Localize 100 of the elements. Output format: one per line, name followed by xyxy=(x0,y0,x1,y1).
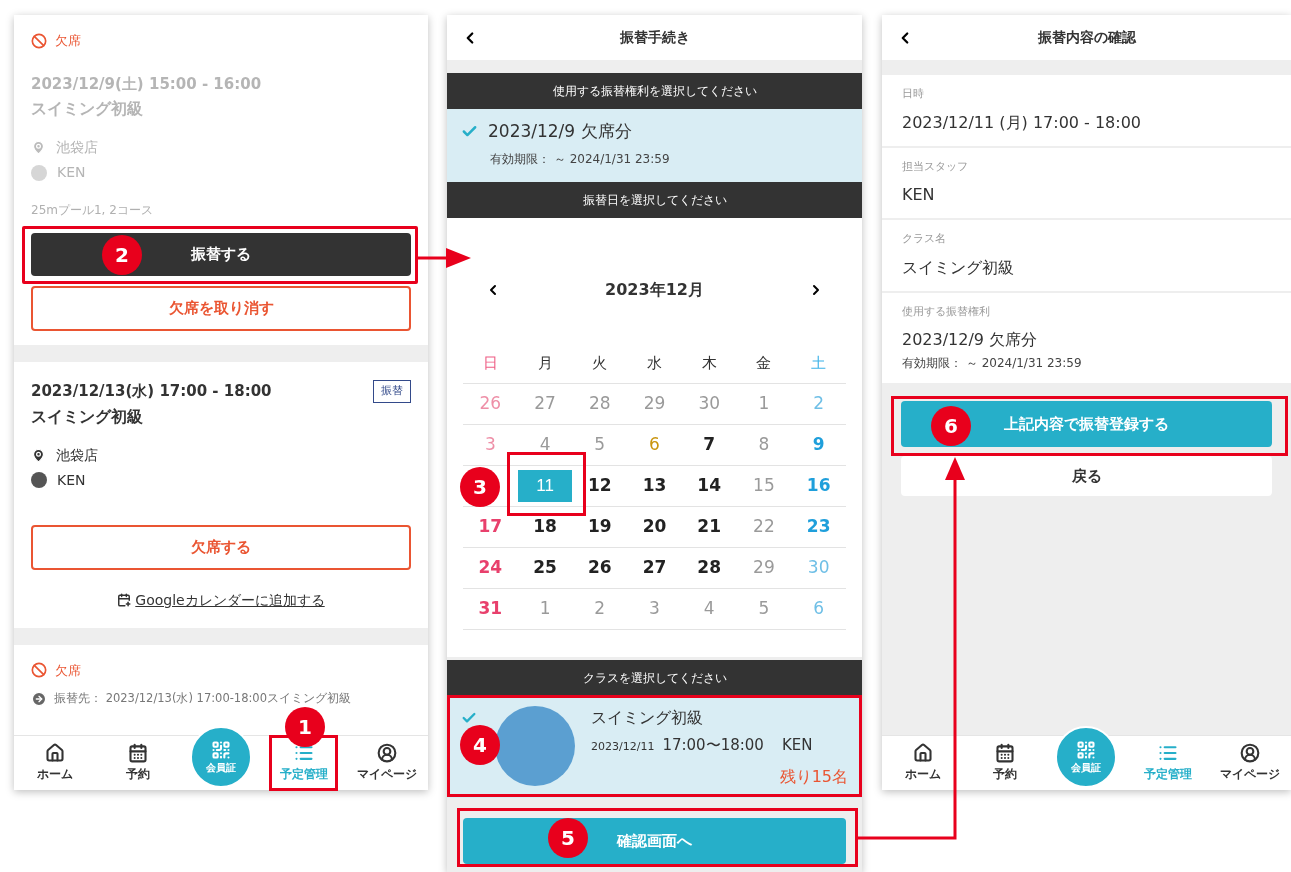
class-staff: KEN xyxy=(781,735,813,756)
calendar-day[interactable]: 24 xyxy=(463,555,518,581)
calendar-day[interactable]: 17 xyxy=(463,514,518,540)
staff-name: KEN xyxy=(57,163,86,182)
calendar-day: 6 xyxy=(791,596,846,622)
class-title: スイミング初級 xyxy=(591,707,704,729)
class-time: 17:00〜18:00 xyxy=(662,735,764,756)
location-text: 池袋店 xyxy=(56,445,98,465)
location-text: 池袋店 xyxy=(56,138,98,157)
weekday-label: 水 xyxy=(646,353,663,375)
calendar-day: 15 xyxy=(736,473,792,499)
calendar-day: 4 xyxy=(681,596,737,622)
remaining-seats: 残り15名 xyxy=(779,764,848,789)
nav-tab[interactable]: マイページ xyxy=(1209,743,1291,783)
arrow xyxy=(418,248,471,268)
calendar-day[interactable]: 25 xyxy=(517,555,573,581)
section-header: 使用する振替権利を選択してください xyxy=(447,73,862,109)
avatar xyxy=(31,472,47,488)
calendar-plus-icon xyxy=(117,593,132,607)
absence-button[interactable]: 欠席を取り消す xyxy=(31,286,411,331)
calendar-day: 1 xyxy=(517,596,573,622)
expiry-text: 有効期限： ～ 2024/1/31 23:59 xyxy=(902,355,1083,372)
field-value: KEN xyxy=(902,184,936,206)
calendar-day: 28 xyxy=(572,391,628,417)
weekday-label: 土 xyxy=(810,353,828,375)
section-header: クラスを選択してください xyxy=(447,660,862,696)
calendar-day[interactable]: 19 xyxy=(572,514,628,540)
user-icon xyxy=(376,743,397,763)
list-icon xyxy=(293,743,314,763)
field-label: クラス名 xyxy=(902,231,947,247)
ban-icon xyxy=(31,32,47,49)
field-label: 担当スタッフ xyxy=(902,158,969,175)
field-value: スイミング初級 xyxy=(902,256,1015,279)
calendar-day: 5 xyxy=(572,432,628,458)
calendar-day[interactable]: 28 xyxy=(681,555,737,581)
right-title: 2023/12/9 欠席分 xyxy=(488,120,632,143)
weekday-label: 火 xyxy=(591,353,609,375)
absence-button[interactable]: 欠席する xyxy=(31,524,411,570)
field-label: 使用する振替権利 xyxy=(902,303,991,320)
transfer-tag: 振替 xyxy=(373,380,411,403)
calendar-day: 3 xyxy=(627,596,682,622)
nav-tab[interactable]: 予約 xyxy=(96,743,180,783)
transfer-destination: 振替先： 2023/12/13(水) 17:00-18:00スイミング初級 xyxy=(54,690,351,707)
calendar-day[interactable]: 21 xyxy=(681,514,737,540)
status-label: 欠席 xyxy=(55,32,81,50)
nav-tab[interactable]: ホーム xyxy=(882,743,964,783)
expiry-text: 有効期限： ～ 2024/1/31 23:59 xyxy=(490,150,671,168)
calendar-icon xyxy=(994,743,1015,763)
calendar-day[interactable]: 18 xyxy=(517,514,573,540)
calendar-day: 30 xyxy=(791,555,846,581)
calendar-month: 2023年12月 xyxy=(605,279,704,301)
class-datetime: 2023/12/13(水) 17:00 - 18:00 xyxy=(31,381,272,402)
home-icon xyxy=(912,743,933,763)
calendar-day: 26 xyxy=(463,391,518,417)
calendar-day: 4 xyxy=(517,432,573,458)
calendar-day: 27 xyxy=(517,391,573,417)
calendar-day[interactable]: 31 xyxy=(463,596,518,622)
calendar-day[interactable]: 27 xyxy=(627,555,682,581)
weekday-label: 日 xyxy=(481,353,499,375)
class-title: スイミング初級 xyxy=(31,98,144,120)
pool-note: 25mプール1, 2コース xyxy=(31,202,154,219)
calendar-day: 8 xyxy=(736,432,792,458)
calendar-day: 2 xyxy=(572,596,628,622)
nav-tab[interactable]: マイページ xyxy=(345,743,428,783)
calendar-day[interactable]: 14 xyxy=(681,473,737,499)
weekday-label: 月 xyxy=(536,353,554,375)
calendar-day: 2 xyxy=(791,391,846,417)
weekday-label: 金 xyxy=(755,353,773,375)
calendar-day[interactable]: 20 xyxy=(627,514,682,540)
back-button[interactable]: 戻る xyxy=(901,456,1272,496)
calendar-day[interactable]: 13 xyxy=(627,473,682,499)
field-value: 2023/12/9 欠席分 xyxy=(902,329,1039,351)
qr-code-icon xyxy=(1076,739,1097,760)
qr-code-icon xyxy=(211,739,231,760)
arrow-circle-icon xyxy=(31,690,47,707)
calendar-day: 29 xyxy=(736,555,792,581)
ban-icon xyxy=(31,662,47,679)
nav-tab[interactable]: ホーム xyxy=(14,743,97,783)
avatar xyxy=(31,164,47,181)
user-icon xyxy=(1240,743,1261,763)
section-header: 振替日を選択してください xyxy=(447,182,862,218)
calendar-day[interactable]: 7 xyxy=(681,432,737,458)
calendar-day: 3 xyxy=(463,432,518,458)
class-title: スイミング初級 xyxy=(31,405,144,428)
class-datetime: 2023/12/9(土) 15:00 - 16:00 xyxy=(31,73,262,95)
class-date: 2023/12/11 xyxy=(591,739,655,755)
calendar-day: 30 xyxy=(681,391,737,417)
calendar-day[interactable]: 26 xyxy=(572,555,628,581)
calendar-day: 1 xyxy=(736,391,792,417)
staff-name: KEN xyxy=(57,470,86,490)
nav-tab[interactable]: 予約 xyxy=(963,743,1046,783)
status-label: 欠席 xyxy=(55,661,81,680)
transfer-right-option[interactable]: 2023/12/9 欠席分 有効期限： ～ 2024/1/31 23:59 xyxy=(447,109,862,182)
google-calendar-link[interactable]: Googleカレンダーに追加する xyxy=(135,589,325,611)
calendar-day: 5 xyxy=(736,596,792,622)
calendar-day: 29 xyxy=(627,391,682,417)
calendar-day[interactable]: 12 xyxy=(572,473,628,499)
field-label: 日時 xyxy=(902,86,925,102)
weekday-label: 木 xyxy=(700,353,718,375)
list-icon xyxy=(1158,743,1179,763)
